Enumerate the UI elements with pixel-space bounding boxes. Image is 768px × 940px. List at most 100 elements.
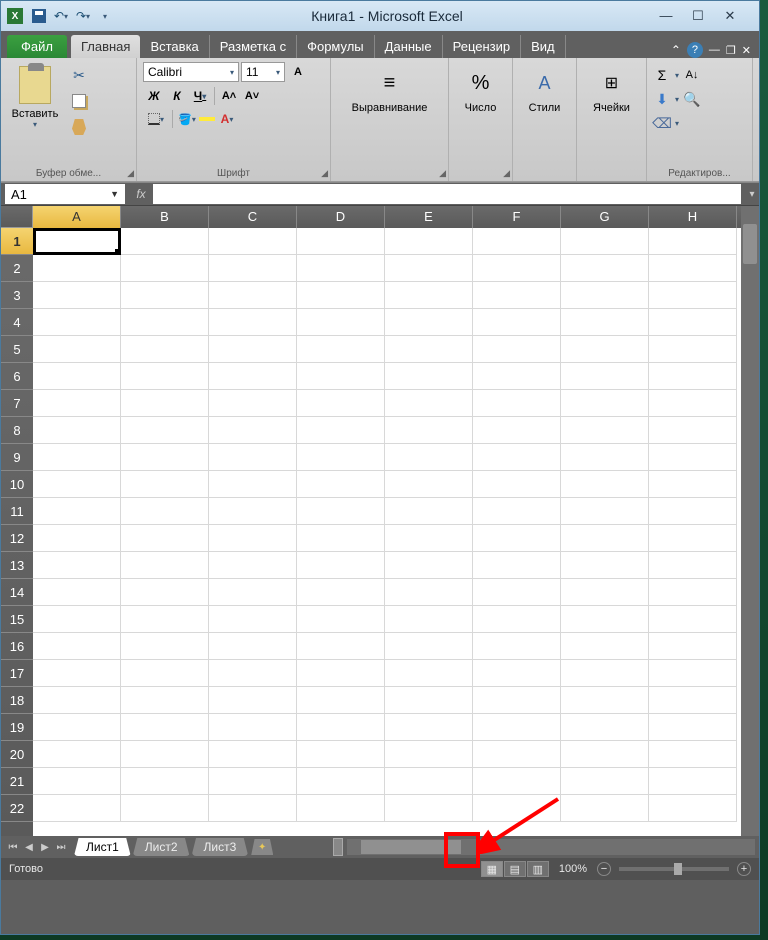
cell[interactable] <box>385 390 473 417</box>
cell[interactable] <box>121 552 209 579</box>
tab-insert[interactable]: Вставка <box>140 35 209 58</box>
cell[interactable] <box>649 660 737 687</box>
format-painter-button[interactable] <box>67 116 91 138</box>
cell[interactable] <box>297 282 385 309</box>
cell[interactable] <box>121 579 209 606</box>
cell[interactable] <box>297 255 385 282</box>
cell[interactable] <box>121 687 209 714</box>
fill-color-button[interactable]: 🪣▾ <box>176 109 198 129</box>
cell[interactable] <box>33 525 121 552</box>
name-box[interactable]: A1▼ <box>5 184 125 204</box>
view-normal-button[interactable]: ▦ <box>481 861 503 877</box>
cell[interactable] <box>297 687 385 714</box>
vertical-scrollbar[interactable] <box>741 206 759 836</box>
cell[interactable] <box>33 282 121 309</box>
row-header-16[interactable]: 16 <box>1 633 33 660</box>
cell[interactable] <box>561 552 649 579</box>
cell[interactable] <box>121 255 209 282</box>
cell[interactable] <box>649 336 737 363</box>
cell[interactable] <box>473 741 561 768</box>
cell[interactable] <box>561 444 649 471</box>
cell[interactable] <box>33 498 121 525</box>
cell[interactable] <box>297 309 385 336</box>
save-button[interactable] <box>29 6 49 26</box>
copy-button[interactable] <box>67 90 91 112</box>
cell[interactable] <box>297 633 385 660</box>
cell[interactable] <box>121 363 209 390</box>
autosum-icon[interactable]: Σ <box>653 66 671 84</box>
cells-area[interactable] <box>33 228 741 836</box>
cell[interactable] <box>473 525 561 552</box>
cell[interactable] <box>473 417 561 444</box>
cell[interactable] <box>561 714 649 741</box>
cell[interactable] <box>561 390 649 417</box>
sheet-tab-3[interactable]: Лист3 <box>192 838 249 856</box>
vertical-scroll-thumb[interactable] <box>743 224 757 264</box>
cell[interactable] <box>385 606 473 633</box>
clear-icon[interactable]: ⌫ <box>653 114 671 132</box>
column-header-H[interactable]: H <box>649 206 737 228</box>
cell[interactable] <box>473 795 561 822</box>
row-header-3[interactable]: 3 <box>1 282 33 309</box>
row-header-4[interactable]: 4 <box>1 309 33 336</box>
cell[interactable] <box>649 255 737 282</box>
cell[interactable] <box>561 363 649 390</box>
zoom-label[interactable]: 100% <box>559 863 587 875</box>
cell[interactable] <box>561 660 649 687</box>
sheet-tab-2[interactable]: Лист2 <box>133 838 190 856</box>
row-header-22[interactable]: 22 <box>1 795 33 822</box>
cell[interactable] <box>649 552 737 579</box>
cell[interactable] <box>473 633 561 660</box>
cell[interactable] <box>121 390 209 417</box>
row-header-1[interactable]: 1 <box>1 228 33 255</box>
cell[interactable] <box>473 714 561 741</box>
cell[interactable] <box>209 768 297 795</box>
cell[interactable] <box>121 606 209 633</box>
cell[interactable] <box>297 552 385 579</box>
cell[interactable] <box>649 228 737 255</box>
cell[interactable] <box>209 255 297 282</box>
cell[interactable] <box>385 660 473 687</box>
cell[interactable] <box>473 687 561 714</box>
cell[interactable] <box>121 714 209 741</box>
cell[interactable] <box>121 444 209 471</box>
clipboard-dialog-launcher[interactable]: ◢ <box>127 168 134 179</box>
cell[interactable] <box>297 768 385 795</box>
cell[interactable] <box>209 498 297 525</box>
cell[interactable] <box>33 417 121 444</box>
tab-file[interactable]: Файл <box>7 35 67 58</box>
cell[interactable] <box>385 282 473 309</box>
cell[interactable] <box>561 228 649 255</box>
cell[interactable] <box>473 768 561 795</box>
tab-formulas[interactable]: Формулы <box>297 35 375 58</box>
cell[interactable] <box>649 282 737 309</box>
cell[interactable] <box>473 282 561 309</box>
help-button[interactable]: ? <box>687 42 703 58</box>
row-header-11[interactable]: 11 <box>1 498 33 525</box>
view-page-layout-button[interactable]: ▤ <box>504 861 526 877</box>
cell[interactable] <box>297 417 385 444</box>
row-header-8[interactable]: 8 <box>1 417 33 444</box>
sheet-nav-last[interactable]: ⏭ <box>53 839 69 855</box>
view-page-break-button[interactable]: ▥ <box>527 861 549 877</box>
cell[interactable] <box>473 336 561 363</box>
cell[interactable] <box>473 660 561 687</box>
cell[interactable] <box>473 363 561 390</box>
font-color-button[interactable]: A▾ <box>216 109 238 129</box>
column-header-A[interactable]: A <box>33 206 121 228</box>
number-button[interactable]: % Число <box>455 62 506 114</box>
cell[interactable] <box>209 579 297 606</box>
cell[interactable] <box>121 282 209 309</box>
cell[interactable] <box>561 282 649 309</box>
cell[interactable] <box>209 444 297 471</box>
cell[interactable] <box>649 741 737 768</box>
cell[interactable] <box>385 471 473 498</box>
borders-button[interactable]: ▾ <box>143 109 169 129</box>
cell[interactable] <box>385 687 473 714</box>
cell[interactable] <box>121 768 209 795</box>
cell[interactable] <box>121 633 209 660</box>
cell[interactable] <box>297 363 385 390</box>
sheet-nav-prev[interactable]: ◀ <box>21 839 37 855</box>
zoom-in-button[interactable]: + <box>737 862 751 876</box>
shrink-font-button[interactable]: A˅ <box>241 86 263 106</box>
